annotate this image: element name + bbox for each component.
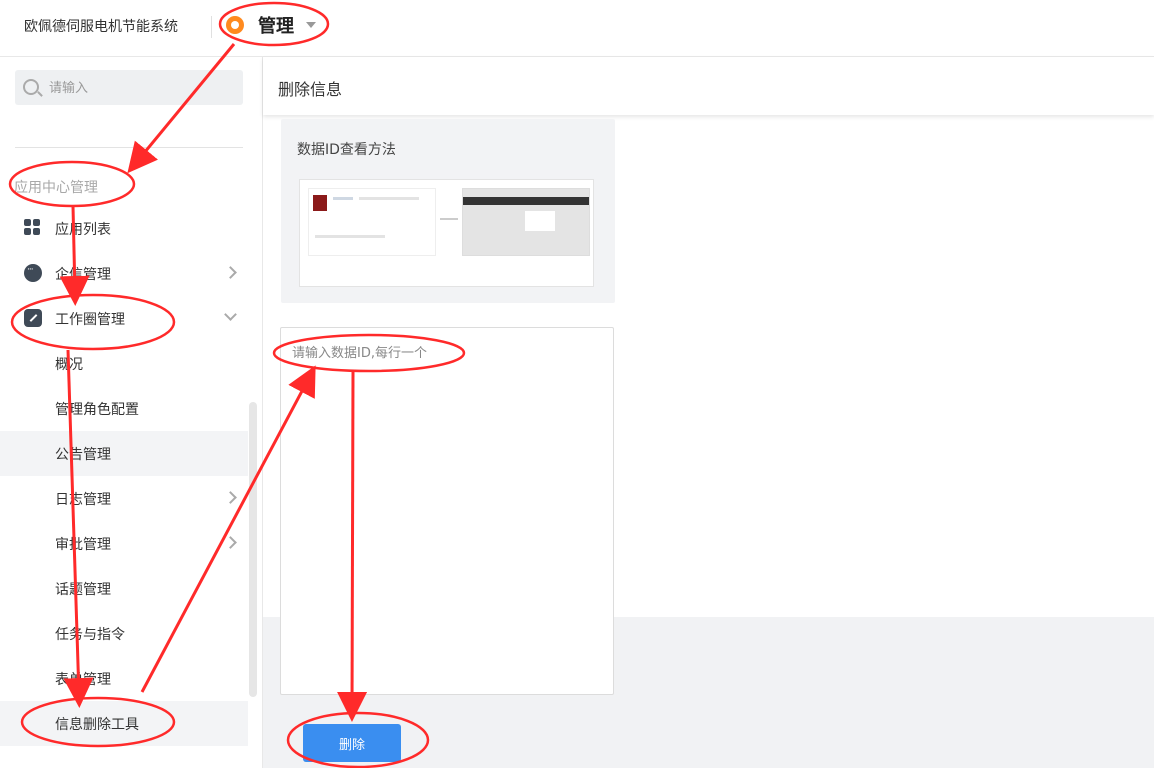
mini-screen	[462, 188, 590, 256]
mini-bar	[463, 197, 589, 205]
page-header: 删除信息	[263, 57, 1154, 115]
sidebar-item-label: 公告管理	[55, 447, 111, 463]
sidebar-subitem-forms[interactable]: 表单管理	[0, 656, 248, 701]
sidebar-divider	[15, 147, 243, 148]
sidebar-item-label: 话题管理	[55, 582, 111, 598]
sidebar-item-label: 企信管理	[55, 267, 111, 283]
search-input[interactable]	[47, 70, 241, 107]
chevron-right-icon	[224, 491, 237, 504]
sidebar-subitem-overview[interactable]: 概况	[0, 341, 248, 386]
brand-divider	[211, 16, 212, 38]
sidebar-subitem-logs[interactable]: 日志管理	[0, 476, 248, 521]
help-title: 数据ID查看方法	[297, 142, 396, 158]
chevron-right-icon	[224, 536, 237, 549]
sidebar-subitem-delete-tool[interactable]: 信息删除工具	[0, 701, 248, 746]
sidebar-search[interactable]	[15, 70, 243, 107]
sidebar-item-label: 任务与指令	[55, 627, 125, 643]
help-card: 数据ID查看方法	[281, 119, 615, 303]
sidebar-subitem-announcements[interactable]: 公告管理	[0, 431, 248, 476]
sidebar-item-label: 信息删除工具	[55, 717, 139, 733]
sidebar-item-label: 表单管理	[55, 672, 111, 688]
delete-button[interactable]: 删除	[303, 724, 401, 762]
app-logo-icon	[226, 16, 244, 34]
mini-card	[308, 188, 436, 256]
data-id-textarea[interactable]	[280, 327, 614, 695]
sidebar-subitem-topics[interactable]: 话题管理	[0, 566, 248, 611]
sidebar-item-label: 工作圈管理	[55, 312, 125, 328]
search-icon	[23, 79, 39, 95]
top-bar: 欧佩德伺服电机节能系统 管理	[0, 0, 1154, 57]
sidebar-item-label: 应用列表	[55, 222, 111, 238]
chevron-down-icon	[224, 308, 237, 321]
mini-panel	[525, 211, 555, 231]
chat-bubble-icon	[24, 264, 42, 282]
sidebar-item-label: 概况	[55, 357, 83, 373]
caret-down-icon[interactable]	[306, 22, 316, 28]
sidebar-subitem-role-config[interactable]: 管理角色配置	[0, 386, 248, 431]
mini-avatar	[313, 195, 327, 211]
mini-line	[333, 197, 353, 200]
sidebar: 应用中心管理 应用列表 企信管理 工作圈管理 概况 管理角色配置 公告管理 日志…	[0, 57, 263, 768]
mini-line	[359, 197, 419, 200]
app-title: 管理	[258, 16, 294, 37]
sidebar-subitem-tasks[interactable]: 任务与指令	[0, 611, 248, 656]
edit-icon	[24, 309, 42, 327]
apps-grid-icon	[24, 219, 42, 237]
section-title: 应用中心管理	[14, 180, 98, 196]
sidebar-item-workcircle[interactable]: 工作圈管理	[0, 296, 248, 341]
sidebar-item-app-list[interactable]: 应用列表	[0, 206, 248, 251]
brand-name: 欧佩德伺服电机节能系统	[24, 19, 178, 35]
chevron-right-icon	[224, 266, 237, 279]
sidebar-scrollbar[interactable]	[249, 402, 257, 697]
app-switcher[interactable]: 管理	[226, 12, 316, 38]
sidebar-item-label: 日志管理	[55, 492, 111, 508]
help-screenshot-image	[299, 179, 594, 287]
sidebar-item-label: 管理角色配置	[55, 402, 139, 418]
sidebar-subitem-approvals[interactable]: 审批管理	[0, 521, 248, 566]
mini-line	[315, 235, 385, 238]
sidebar-item-label: 审批管理	[55, 537, 111, 553]
arrow-right-icon	[440, 218, 458, 220]
page-title: 删除信息	[278, 80, 343, 99]
sidebar-item-messaging[interactable]: 企信管理	[0, 251, 248, 296]
